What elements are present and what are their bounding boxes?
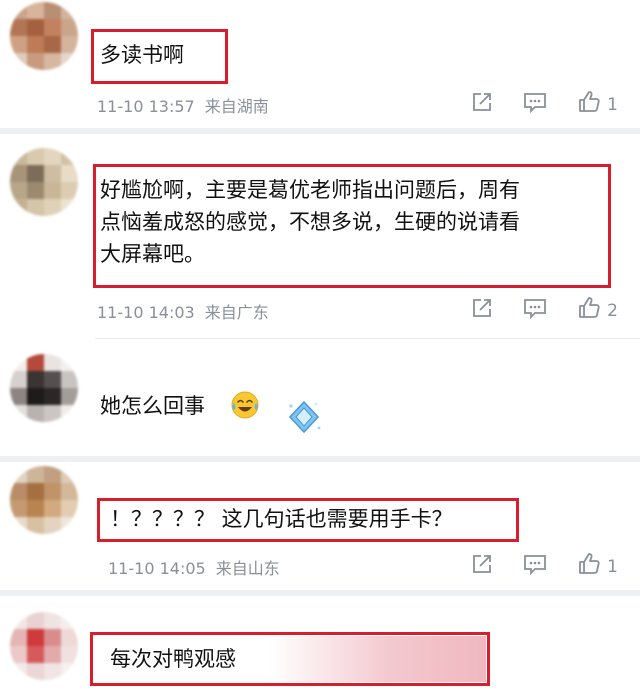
avatar[interactable]	[10, 2, 78, 70]
comment-text: ！？？？？ 这几句话也需要用手卡？	[110, 507, 453, 531]
comment-location: 来自广东	[204, 303, 269, 322]
comment-text: 多读书啊	[100, 43, 184, 67]
share-icon[interactable]	[471, 297, 493, 324]
comment-text: 好尴尬啊，主要是葛优老师指出问题后，周有 点恼羞成怒的感觉，不想多说，生硬的说请…	[100, 174, 520, 270]
comment-3: 她怎么回事	[0, 340, 640, 456]
comment-text-line: 大屏幕吧。	[100, 242, 205, 266]
comment-actions: 1	[471, 90, 618, 119]
comment-meta: 11-10 13:57 来自湖南	[97, 93, 269, 117]
avatar[interactable]	[10, 148, 78, 216]
like-icon[interactable]	[577, 552, 601, 581]
comment-icon[interactable]	[523, 297, 547, 324]
avatar[interactable]	[10, 354, 78, 422]
comment-text-line: 点恼羞成怒的感觉，不想多说，生硬的说请看	[100, 210, 520, 234]
comment-1: 多读书啊 11-10 13:57 来自湖南 1	[0, 0, 640, 128]
like-icon[interactable]	[577, 296, 601, 325]
comment-location: 来自山东	[215, 559, 280, 578]
avatar[interactable]	[10, 612, 78, 680]
text-fade	[270, 636, 486, 682]
comment-time: 11-10 14:05	[108, 559, 206, 578]
laugh-cry-emoji	[230, 390, 260, 424]
diamond-sticker	[285, 398, 323, 440]
like-count: 1	[607, 94, 618, 115]
comment-4: ！？？？？ 这几句话也需要用手卡？ 11-10 14:05 来自山东 1	[0, 462, 640, 590]
avatar[interactable]	[10, 466, 78, 534]
comment-actions: 1	[471, 552, 618, 581]
share-icon[interactable]	[471, 91, 493, 118]
comment-5: 每次对鸭观感	[0, 596, 640, 690]
comment-icon[interactable]	[523, 553, 547, 580]
like-count: 2	[607, 300, 618, 321]
comment-text: 每次对鸭观感	[110, 647, 236, 671]
comment-meta: 11-10 14:03 来自广东	[97, 299, 269, 323]
like-count: 1	[607, 556, 618, 577]
comment-location: 来自湖南	[204, 97, 269, 116]
comment-meta: 11-10 14:05 来自山东	[108, 555, 280, 579]
comment-text-line: 好尴尬啊，主要是葛优老师指出问题后，周有	[100, 178, 520, 202]
comment-actions: 2	[471, 296, 618, 325]
comment-time: 11-10 13:57	[97, 97, 195, 116]
like-icon[interactable]	[577, 90, 601, 119]
comment-time: 11-10 14:03	[97, 303, 195, 322]
comment-icon[interactable]	[523, 91, 547, 118]
comment-text: 她怎么回事	[100, 394, 205, 418]
comment-2: 好尴尬啊，主要是葛优老师指出问题后，周有 点恼羞成怒的感觉，不想多说，生硬的说请…	[0, 134, 640, 334]
share-icon[interactable]	[471, 553, 493, 580]
divider	[95, 338, 640, 339]
